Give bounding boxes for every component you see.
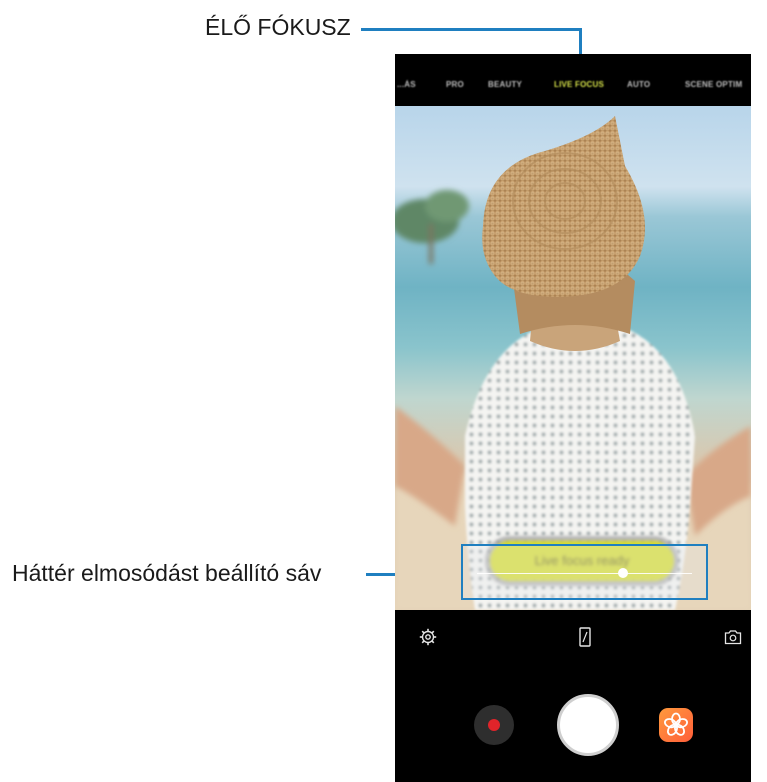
camera-viewfinder[interactable]: Live focus ready	[395, 106, 751, 610]
mode-tab-pro[interactable]: PRO	[446, 80, 464, 89]
switch-camera-icon[interactable]	[724, 629, 742, 645]
live-focus-callout-label: ÉLŐ FÓKUSZ	[205, 14, 351, 40]
settings-icon[interactable]	[419, 628, 437, 646]
mode-tab-beauty[interactable]: BEAUTY	[488, 80, 522, 89]
island	[395, 190, 469, 264]
background-blur-slider[interactable]	[461, 544, 708, 600]
mode-tab-scene-optimizer[interactable]: SCENE OPTIM	[685, 80, 742, 89]
effects-button[interactable]	[659, 708, 693, 742]
live-focus-callout-line-horizontal	[361, 28, 582, 31]
blur-bar-callout-label: Háttér elmosódást beállító sáv	[12, 560, 322, 586]
blur-slider-track[interactable]	[477, 568, 692, 578]
mode-tab-auto[interactable]: AUTO	[627, 80, 650, 89]
viewfinder-photo	[395, 116, 751, 610]
record-video-button[interactable]	[474, 705, 514, 745]
camera-screen: ...ÁS PRO BEAUTY LIVE FOCUS AUTO SCENE O…	[395, 54, 751, 782]
flower-effects-icon	[664, 712, 688, 736]
shutter-button[interactable]	[557, 694, 619, 756]
screenshot-stage: ÉLŐ FÓKUSZ Háttér elmosódást beállító sá…	[0, 0, 767, 782]
blur-slider-thumb[interactable]	[618, 568, 629, 578]
aspect-ratio-icon[interactable]	[579, 627, 591, 647]
record-icon	[488, 719, 500, 731]
mode-tab-live-focus[interactable]: LIVE FOCUS	[554, 80, 604, 89]
camera-mode-bar: ...ÁS PRO BEAUTY LIVE FOCUS AUTO SCENE O…	[395, 54, 751, 106]
mode-tab-panorama[interactable]: ...ÁS	[397, 80, 416, 89]
